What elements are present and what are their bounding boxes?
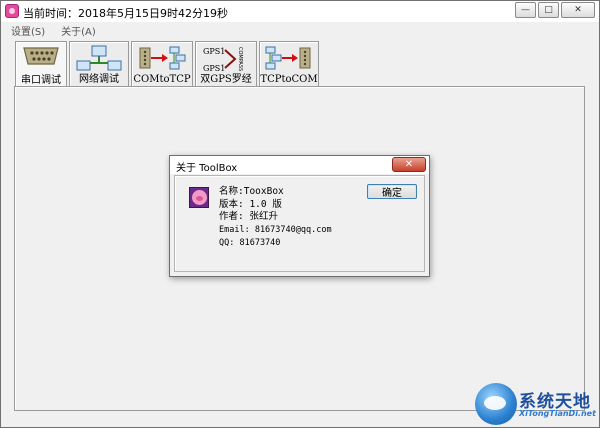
com-to-tcp-icon [139,46,186,70]
menu-bar: 设置(S) 关于(A) [1,22,599,38]
window-controls: — □ ✕ [515,2,595,18]
watermark-subtitle: XiTongTianDi.net [519,409,596,418]
tab-dual-gps-compass[interactable]: GPS1 GPS1 COMPASS 双GPS罗经 [195,41,257,87]
dialog-close-button[interactable]: ✕ [392,157,426,172]
app-name-text: 名称:TooxBox [219,186,284,197]
menu-about[interactable]: 关于(A) [51,22,102,38]
minimize-button[interactable]: — [515,2,536,18]
gps-compass-icon: GPS1 GPS1 COMPASS [203,47,243,73]
tab-serial-debug[interactable]: 串口调试 [15,41,67,88]
close-button[interactable]: ✕ [561,2,595,18]
dialog-title-bar: 关于 ToolBox ✕ [170,156,429,174]
tab-label: COMtoTCP [133,74,191,85]
tab-label: TCPtoCOM [260,74,318,85]
about-dialog: 关于 ToolBox ✕ 名称:TooxBox 版本: 1.0 版 作者: 张红… [169,155,430,277]
network-icon [76,45,122,71]
menu-settings[interactable]: 设置(S) [1,22,51,38]
maximize-button[interactable]: □ [538,2,559,18]
gps1-top-text: GPS1 [203,47,225,56]
email-text: Email: 81673740@qq.com [219,224,332,235]
app-icon [5,4,19,18]
version-text: 版本: 1.0 版 [219,198,282,210]
serial-port-icon [23,47,59,65]
tab-label: 串口调试 [21,75,61,86]
tab-network-debug[interactable]: 网络调试 [69,41,129,87]
tab-tcp-to-com[interactable]: TCPtoCOM [259,41,319,87]
site-watermark: 系统天地 XiTongTianDi.net [475,383,600,427]
pig-icon [189,187,209,208]
tcp-to-com-icon [265,46,311,70]
dialog-body: 名称:TooxBox 版本: 1.0 版 作者: 张红升 Email: 8167… [174,175,425,272]
tab-label: 网络调试 [79,74,119,85]
qq-text: QQ: 81673740 [219,237,281,248]
app-window: 当前时间：2018年5月15日9时42分19秒 — □ ✕ 设置(S) 关于(A… [0,0,600,428]
watermark-logo-icon [475,383,517,425]
tab-label: 双GPS罗经 [200,74,252,85]
dialog-title: 关于 ToolBox [176,163,238,174]
tool-tabstrip: 串口调试 网络调试 COMtoTCP GPS1 GPS1 COMPASS 双GP… [15,41,321,88]
ok-button[interactable]: 确定 [367,184,417,199]
about-info: 名称:TooxBox 版本: 1.0 版 作者: 张红升 Email: 8167… [219,186,332,250]
title-bar: 当前时间：2018年5月15日9时42分19秒 — □ ✕ [1,1,599,22]
tab-com-to-tcp[interactable]: COMtoTCP [131,41,193,87]
author-text: 作者: 张红升 [219,211,278,222]
window-title: 当前时间：2018年5月15日9时42分19秒 [23,7,228,20]
compass-text: COMPASS [237,47,243,71]
